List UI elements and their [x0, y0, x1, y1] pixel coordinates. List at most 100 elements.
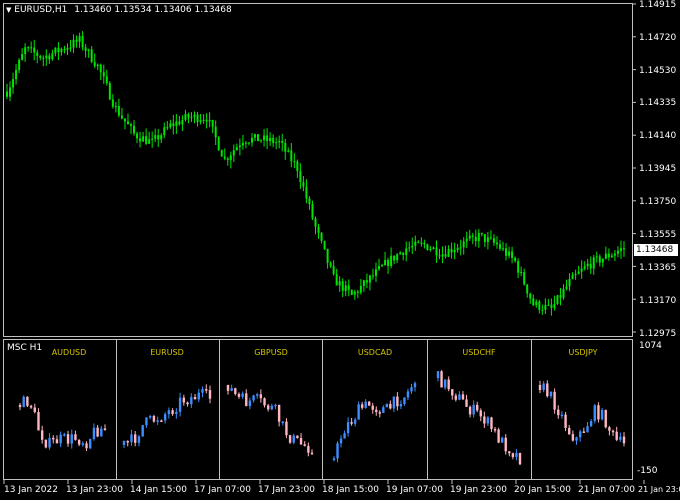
time-axis-ticks — [3, 480, 645, 484]
indicator-candle — [126, 440, 129, 443]
indicator-candle — [546, 383, 549, 397]
price-candle — [610, 255, 613, 258]
price-candle — [190, 116, 193, 118]
price-candle — [471, 235, 474, 237]
price-candle — [517, 260, 520, 273]
indicator-candle — [392, 396, 396, 409]
indicator-candle — [396, 396, 399, 407]
indicator-candle — [145, 417, 148, 426]
indicator-candle — [55, 439, 59, 444]
price-candle — [196, 114, 199, 122]
price-label: 1.13365 — [639, 263, 677, 273]
indicator-window-frame — [3, 339, 633, 480]
price-candle — [105, 76, 108, 84]
time-label: 21 Jan 23:00 — [638, 485, 680, 494]
indicator-candle — [22, 396, 25, 408]
price-candle — [344, 285, 347, 292]
indicator-candle — [410, 387, 413, 392]
price-candle — [208, 119, 211, 122]
indicator-candle — [582, 431, 586, 433]
price-candle — [21, 54, 24, 61]
price-candle — [559, 295, 562, 298]
indicator-candle — [542, 383, 545, 391]
time-label: 13 Jan 23:00 — [66, 485, 123, 495]
price-label: 1.13555 — [639, 230, 677, 240]
price-candle — [48, 55, 51, 60]
price-candle — [223, 156, 226, 159]
price-label: 1.14335 — [639, 98, 677, 108]
price-candle — [205, 119, 208, 122]
indicator-candle — [375, 409, 378, 413]
price-candle — [136, 133, 139, 139]
indicator-candle — [52, 437, 55, 440]
indicator-candle — [458, 394, 461, 400]
indicator-candle — [197, 392, 200, 400]
price-candle — [341, 281, 344, 292]
price-candle — [338, 281, 341, 286]
chart-header: ▼ EURUSD,H1 1.13460 1.13534 1.13406 1.13… — [6, 5, 232, 15]
indicator-candle — [608, 427, 611, 431]
indicator-candle — [568, 427, 571, 435]
indicator-candle — [360, 404, 364, 408]
price-candle — [217, 137, 220, 151]
indicator-candle — [403, 397, 406, 405]
price-candle — [275, 142, 278, 144]
price-label: 1.13170 — [639, 296, 677, 306]
price-candle — [486, 237, 489, 243]
price-candle — [169, 123, 172, 128]
price-candle — [293, 161, 296, 163]
indicator-candle — [310, 452, 314, 455]
price-candle — [148, 139, 151, 144]
price-candle — [178, 121, 181, 125]
panel-label-audusd: AUDUSD — [51, 348, 87, 357]
price-candle — [323, 240, 326, 249]
indicator-candle — [277, 404, 281, 422]
indicator-candle — [399, 404, 403, 407]
price-candle — [114, 106, 117, 108]
price-candle — [75, 39, 78, 42]
price-candle — [39, 56, 42, 58]
panel-label-gbpusd: GBPUSD — [254, 348, 288, 357]
price-candle — [66, 47, 69, 50]
indicator-candle — [182, 397, 186, 403]
price-candle — [96, 64, 99, 67]
price-candle — [532, 298, 535, 306]
price-candle — [214, 126, 217, 138]
price-candle — [175, 121, 178, 127]
indicator-candle — [357, 404, 360, 420]
price-candle — [166, 127, 169, 129]
price-candle — [356, 291, 359, 293]
price-candle — [187, 113, 190, 118]
price-candle — [296, 161, 299, 172]
price-candle — [163, 127, 166, 136]
price-candle — [9, 87, 12, 97]
price-candle — [459, 247, 462, 249]
indicator-candle — [160, 420, 163, 422]
price-candle — [69, 47, 72, 49]
indicator-candle — [241, 393, 244, 397]
chart-menu-icon[interactable]: ▼ — [6, 6, 11, 14]
price-candle — [547, 304, 550, 306]
price-candle — [607, 253, 610, 258]
price-candle — [229, 155, 232, 160]
price-candle — [193, 114, 196, 117]
price-candle — [12, 79, 15, 88]
price-candle — [60, 48, 63, 53]
price-candle — [87, 49, 90, 51]
price-candle — [571, 274, 574, 279]
panel-label-usdchf: USDCHF — [462, 348, 496, 357]
price-candle — [305, 186, 308, 199]
price-candle — [326, 248, 329, 263]
price-candle — [329, 262, 332, 267]
chart-canvas[interactable] — [0, 0, 680, 500]
price-label: 1.14915 — [639, 0, 677, 10]
price-candle — [145, 136, 148, 144]
panel-label-usdjpy: USDJPY — [568, 348, 598, 357]
price-candle — [586, 263, 589, 267]
price-candle — [244, 142, 247, 144]
symbol-label: EURUSD,H1 — [14, 5, 68, 15]
price-candle — [108, 83, 111, 100]
price-candle — [263, 135, 266, 141]
indicator-candle — [371, 405, 374, 410]
price-candle — [402, 252, 405, 256]
